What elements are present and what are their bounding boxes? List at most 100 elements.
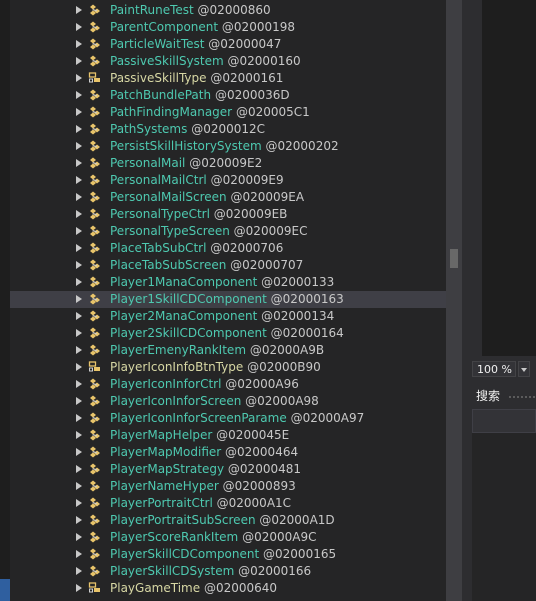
- expand-arrow-icon[interactable]: [76, 227, 82, 235]
- tree-item[interactable]: PassiveSkillType @02000161: [10, 70, 446, 87]
- assembly-tree-view[interactable]: PaintRuneTest @02000860 ParentComponent @…: [10, 0, 446, 601]
- expand-arrow-icon[interactable]: [76, 176, 82, 184]
- expand-arrow-icon[interactable]: [76, 57, 82, 65]
- class-type-icon: [88, 37, 102, 51]
- tree-item[interactable]: PlayGameTime @02000640: [10, 580, 446, 597]
- type-name: PatchBundlePath: [110, 88, 212, 102]
- tree-item[interactable]: PersonalTypeScreen @020009EC: [10, 223, 446, 240]
- expand-arrow-icon[interactable]: [76, 295, 82, 303]
- tree-item[interactable]: Player1SkillCDComponent @02000163: [10, 291, 446, 308]
- metadata-token: @02000165: [263, 547, 337, 561]
- expand-arrow-icon[interactable]: [76, 142, 82, 150]
- expand-arrow-icon[interactable]: [76, 278, 82, 286]
- tree-item-text: PlayerIconInforScreen @02000A98: [110, 393, 319, 410]
- class-type-icon: [88, 20, 102, 34]
- tree-vertical-scrollbar[interactable]: [446, 0, 462, 601]
- expand-arrow-icon[interactable]: [76, 397, 82, 405]
- expand-arrow-icon[interactable]: [76, 6, 82, 14]
- tree-item[interactable]: PathSystems @0200012C: [10, 121, 446, 138]
- expand-arrow-icon[interactable]: [76, 193, 82, 201]
- tree-item[interactable]: PlaceTabSubScreen @02000707: [10, 257, 446, 274]
- expand-arrow-icon[interactable]: [76, 516, 82, 524]
- zoom-dropdown-button[interactable]: [518, 361, 530, 377]
- tree-item[interactable]: PersonalTypeCtrl @020009EB: [10, 206, 446, 223]
- metadata-token: @02000133: [261, 275, 335, 289]
- expand-arrow-icon[interactable]: [76, 431, 82, 439]
- code-view-area[interactable]: [482, 0, 536, 356]
- splitter[interactable]: [462, 0, 472, 601]
- expand-arrow-icon[interactable]: [76, 363, 82, 371]
- expand-arrow-icon[interactable]: [76, 550, 82, 558]
- tree-item-text: PlayerMapStrategy @02000481: [110, 461, 301, 478]
- expand-arrow-icon[interactable]: [76, 125, 82, 133]
- expand-arrow-icon[interactable]: [76, 261, 82, 269]
- expand-arrow-icon[interactable]: [76, 312, 82, 320]
- tree-item[interactable]: PlayerIconInforCtrl @02000A96: [10, 376, 446, 393]
- tree-item[interactable]: PlayerPortraitSubScreen @02000A1D: [10, 512, 446, 529]
- tree-item[interactable]: PlayerScoreRankItem @02000A9C: [10, 529, 446, 546]
- expand-arrow-icon[interactable]: [76, 482, 82, 490]
- tree-item[interactable]: PlayerIconInforScreen @02000A98: [10, 393, 446, 410]
- tree-item[interactable]: PlayerSkillCDComponent @02000165: [10, 546, 446, 563]
- metadata-token: @02000160: [227, 54, 301, 68]
- expand-arrow-icon[interactable]: [76, 533, 82, 541]
- expand-arrow-icon[interactable]: [76, 380, 82, 388]
- tree-item[interactable]: PlayerEmenyRankItem @02000A9B: [10, 342, 446, 359]
- search-input[interactable]: [472, 409, 536, 433]
- tree-item-text: PersistSkillHistorySystem @02000202: [110, 138, 339, 155]
- tree-item[interactable]: PlayerIconInforScreenParame @02000A97: [10, 410, 446, 427]
- tree-item[interactable]: Player1ManaComponent @02000133: [10, 274, 446, 291]
- tree-item[interactable]: PersonalMailCtrl @020009E9: [10, 172, 446, 189]
- metadata-token: @020009EB: [213, 207, 288, 221]
- expand-arrow-icon[interactable]: [76, 584, 82, 592]
- metadata-token: @02000B90: [247, 360, 321, 374]
- expand-arrow-icon[interactable]: [76, 159, 82, 167]
- expand-arrow-icon[interactable]: [76, 23, 82, 31]
- drag-grip-icon[interactable]: [508, 395, 536, 399]
- tree-item[interactable]: PlayerSkillCDSystem @02000166: [10, 563, 446, 580]
- tree-item-text: PathSystems @0200012C: [110, 121, 265, 138]
- metadata-token: @020009E9: [210, 173, 284, 187]
- tree-item[interactable]: PathFindingManager @020005C1: [10, 104, 446, 121]
- tree-item[interactable]: PersistSkillHistorySystem @02000202: [10, 138, 446, 155]
- metadata-token: @02000707: [230, 258, 304, 272]
- tree-item[interactable]: PlayerMapHelper @0200045E: [10, 427, 446, 444]
- type-name: ParticleWaitTest: [110, 37, 205, 51]
- expand-arrow-icon[interactable]: [76, 40, 82, 48]
- expand-arrow-icon[interactable]: [76, 414, 82, 422]
- expand-arrow-icon[interactable]: [76, 329, 82, 337]
- tree-item[interactable]: PlayerPortraitCtrl @02000A1C: [10, 495, 446, 512]
- expand-arrow-icon[interactable]: [76, 108, 82, 116]
- metadata-token: @0200045E: [216, 428, 290, 442]
- tree-item[interactable]: Player2SkillCDComponent @02000164: [10, 325, 446, 342]
- expand-arrow-icon[interactable]: [76, 567, 82, 575]
- expand-arrow-icon[interactable]: [76, 346, 82, 354]
- tree-item[interactable]: PassiveSkillSystem @02000160: [10, 53, 446, 70]
- expand-arrow-icon[interactable]: [76, 465, 82, 473]
- class-type-icon: [88, 105, 102, 119]
- tree-item[interactable]: Player2ManaComponent @02000134: [10, 308, 446, 325]
- metadata-token: @02000161: [210, 71, 284, 85]
- scrollbar-thumb[interactable]: [450, 249, 458, 268]
- expand-arrow-icon[interactable]: [76, 210, 82, 218]
- tree-item[interactable]: PlaceTabSubCtrl @02000706: [10, 240, 446, 257]
- tree-item[interactable]: PersonalMailScreen @020009EA: [10, 189, 446, 206]
- expand-arrow-icon[interactable]: [76, 74, 82, 82]
- expand-arrow-icon[interactable]: [76, 448, 82, 456]
- class-type-icon: [88, 207, 102, 221]
- expand-arrow-icon[interactable]: [76, 244, 82, 252]
- tree-item[interactable]: ParentComponent @02000198: [10, 19, 446, 36]
- tree-item[interactable]: PlayerMapModifier @02000464: [10, 444, 446, 461]
- search-panel-header[interactable]: 搜索: [472, 385, 536, 407]
- tree-item[interactable]: PatchBundlePath @0200036D: [10, 87, 446, 104]
- expand-arrow-icon[interactable]: [76, 91, 82, 99]
- tree-item[interactable]: PaintRuneTest @02000860: [10, 2, 446, 19]
- tree-item[interactable]: PlayerNameHyper @02000893: [10, 478, 446, 495]
- tree-item[interactable]: ParticleWaitTest @02000047: [10, 36, 446, 53]
- tree-item[interactable]: PersonalMail @020009E2: [10, 155, 446, 172]
- expand-arrow-icon[interactable]: [76, 499, 82, 507]
- tree-item[interactable]: PlayerMapStrategy @02000481: [10, 461, 446, 478]
- tree-item[interactable]: PlayerIconInfoBtnType @02000B90: [10, 359, 446, 376]
- class-type-icon: [88, 326, 102, 340]
- zoom-level-combo[interactable]: 100 %: [472, 361, 516, 377]
